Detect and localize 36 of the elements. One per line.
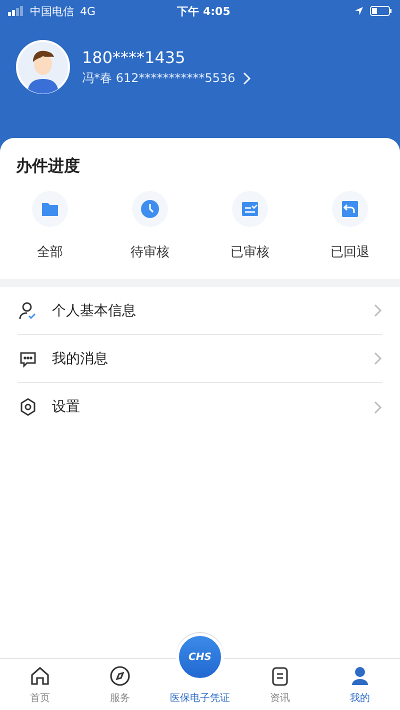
phone-number: 180****1435 xyxy=(82,48,186,66)
signal-icon xyxy=(8,6,24,16)
progress-item[interactable]: 全部 xyxy=(37,243,63,261)
chevron-icon xyxy=(374,304,382,317)
menu-item[interactable]: 个人基本信息 xyxy=(52,302,360,320)
section-title: 办件进度 xyxy=(14,155,81,177)
user-id: 冯*春 612***********5536 xyxy=(82,70,236,86)
progress-item[interactable]: 已审核 xyxy=(230,243,270,261)
carrier-name: 中国电信 xyxy=(30,4,74,18)
clipboard-icon xyxy=(269,665,291,687)
chevron-icon xyxy=(374,352,382,365)
settings-icon xyxy=(18,397,38,417)
progress-item[interactable]: 已回退 xyxy=(330,243,370,261)
battery-icon xyxy=(370,6,392,16)
tab-label[interactable]: 服务 xyxy=(110,691,130,705)
compass-icon xyxy=(109,665,131,687)
chevron-icon xyxy=(243,72,252,84)
chevron-icon xyxy=(374,400,382,414)
tab-label[interactable]: 资讯 xyxy=(270,691,290,705)
menu-item[interactable]: 我的消息 xyxy=(52,350,360,368)
avatar[interactable] xyxy=(16,40,70,94)
clock-time: 下午 4:05 xyxy=(177,4,230,18)
user-icon xyxy=(349,665,371,687)
home-icon xyxy=(29,665,51,687)
clock-icon xyxy=(140,199,160,219)
tab-label[interactable]: 医保电子凭证 xyxy=(170,691,230,705)
tab-label[interactable]: 我的 xyxy=(350,691,370,705)
network-type: 4G xyxy=(80,4,96,18)
return-icon xyxy=(340,199,360,219)
tab-label[interactable]: 首页 xyxy=(30,691,50,705)
location-icon xyxy=(354,6,364,16)
person-icon xyxy=(18,300,38,320)
progress-item[interactable]: 待审核 xyxy=(130,243,170,261)
scan-button[interactable]: CHS xyxy=(176,633,224,681)
menu-item[interactable]: 设置 xyxy=(52,398,360,416)
checklist-icon xyxy=(240,199,260,219)
